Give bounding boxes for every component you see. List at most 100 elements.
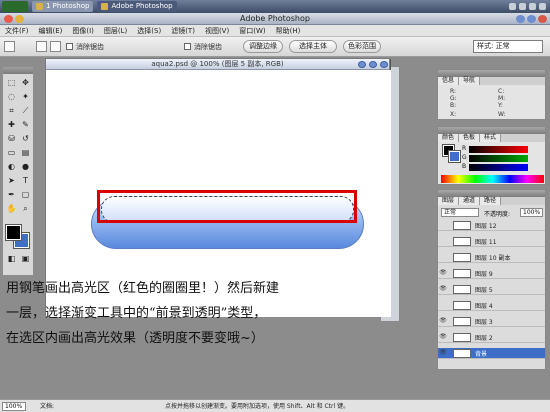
layer-row[interactable]: 👁 图层 3 xyxy=(438,316,545,327)
tab-navigator[interactable]: 导航 xyxy=(459,77,481,85)
doc-info[interactable]: 文档: xyxy=(40,402,80,411)
eraser-tool-icon[interactable]: ▭ xyxy=(6,147,17,158)
zoom-field[interactable]: 100% xyxy=(2,402,26,411)
pen-tool-icon[interactable]: ✒ xyxy=(6,189,17,200)
hand-tool-icon[interactable]: ✋ xyxy=(6,203,17,214)
visibility-eye-icon[interactable] xyxy=(439,237,447,245)
info-x-label: X: xyxy=(450,111,457,118)
taskbar-task-1[interactable]: 1 Photoshop xyxy=(32,1,94,12)
document-title[interactable]: aqua2.psd @ 100% (图层 5 副本, RGB) xyxy=(46,59,389,70)
green-slider[interactable] xyxy=(469,155,528,162)
layer-thumbnail xyxy=(453,316,471,326)
screen-mode-icon[interactable]: ▣ xyxy=(20,253,31,264)
marquee-tool-icon[interactable]: ⬚ xyxy=(6,77,17,88)
color-panel-header[interactable] xyxy=(438,127,545,134)
start-button[interactable] xyxy=(2,1,28,12)
visibility-eye-icon[interactable] xyxy=(439,301,447,309)
opacity-field[interactable]: 100% xyxy=(520,208,543,217)
tray-icon[interactable] xyxy=(509,3,516,10)
layer-row[interactable]: 图层 12 xyxy=(438,220,545,231)
menu-window[interactable]: 窗口(W) xyxy=(234,25,270,37)
menu-filter[interactable]: 滤镜(T) xyxy=(166,25,200,37)
style-field[interactable]: 样式: 正常 xyxy=(473,40,543,53)
new-selection-icon[interactable] xyxy=(36,41,47,52)
tray-icon[interactable] xyxy=(539,3,546,10)
tab-paths[interactable]: 路径 xyxy=(480,197,502,205)
tab-styles[interactable]: 样式 xyxy=(480,134,502,142)
stamp-tool-icon[interactable]: ⛁ xyxy=(6,133,17,144)
blur-tool-icon[interactable]: ◐ xyxy=(6,161,17,172)
layer-row[interactable]: 👁 背景 xyxy=(438,348,545,359)
layer-name: 图层 4 xyxy=(475,302,493,310)
visibility-eye-icon[interactable]: 👁 xyxy=(439,269,447,277)
feather-checkbox[interactable] xyxy=(66,43,73,50)
doc-close-icon[interactable] xyxy=(380,61,388,68)
history-brush-icon[interactable]: ↺ xyxy=(20,133,31,144)
doc-minimize-icon[interactable] xyxy=(358,61,366,68)
blue-slider[interactable] xyxy=(469,164,528,171)
layer-row[interactable]: 图层 11 xyxy=(438,236,545,247)
brush-tool-icon[interactable]: ✎ xyxy=(20,119,31,130)
system-tray xyxy=(509,3,546,10)
lasso-tool-icon[interactable]: ◌ xyxy=(6,91,17,102)
layer-row[interactable]: 👁 图层 2 xyxy=(438,332,545,343)
tab-color[interactable]: 颜色 xyxy=(438,134,460,142)
menu-edit[interactable]: 编辑(E) xyxy=(34,25,68,37)
layer-name: 图层 10 副本 xyxy=(475,254,511,262)
magic-wand-tool-icon[interactable]: ✦ xyxy=(20,91,31,102)
shape-tool-icon[interactable]: ▢ xyxy=(20,189,31,200)
layer-row[interactable]: 图层 4 xyxy=(438,300,545,311)
layer-row[interactable]: 👁 图层 5 xyxy=(438,284,545,295)
visibility-eye-icon[interactable] xyxy=(439,253,447,261)
healing-brush-icon[interactable]: ✚ xyxy=(6,119,17,130)
refine-edge-button[interactable]: 调整边缘 xyxy=(243,40,283,53)
quick-mask-icon[interactable]: ◧ xyxy=(6,253,17,264)
layers-panel-header[interactable] xyxy=(438,190,545,197)
color-spectrum[interactable] xyxy=(441,175,544,183)
anti-alias-checkbox[interactable] xyxy=(184,43,191,50)
menu-help[interactable]: 帮助(H) xyxy=(271,25,306,37)
crop-tool-icon[interactable]: ⌗ xyxy=(6,105,17,116)
visibility-eye-icon[interactable]: 👁 xyxy=(439,285,447,293)
select-subject-button[interactable]: 选择主体 xyxy=(289,40,337,53)
visibility-eye-icon[interactable] xyxy=(439,221,447,229)
color-bg-swatch[interactable] xyxy=(448,150,461,163)
menu-file[interactable]: 文件(F) xyxy=(0,25,34,37)
menu-view[interactable]: 视图(V) xyxy=(200,25,234,37)
gradient-tool-icon[interactable]: ▤ xyxy=(20,147,31,158)
path-select-icon[interactable]: ➤ xyxy=(6,175,17,186)
close-window-icon[interactable] xyxy=(538,15,547,23)
options-bar: 消除锯齿 消除锯齿 调整边缘 选择主体 色彩范围 样式: 正常 xyxy=(0,37,550,57)
tray-icon[interactable] xyxy=(529,3,536,10)
maximize-window-icon[interactable] xyxy=(527,15,536,23)
tab-layers[interactable]: 图层 xyxy=(438,197,460,205)
dodge-tool-icon[interactable]: ● xyxy=(20,161,31,172)
tab-info[interactable]: 信息 xyxy=(438,77,460,85)
blend-mode-select[interactable]: 正常 xyxy=(441,208,479,217)
color-range-button[interactable]: 色彩范围 xyxy=(343,40,381,53)
tab-channels[interactable]: 通道 xyxy=(459,197,481,205)
minimize-window-icon[interactable] xyxy=(516,15,525,23)
tray-icon[interactable] xyxy=(519,3,526,10)
doc-maximize-icon[interactable] xyxy=(369,61,377,68)
menu-image[interactable]: 图像(I) xyxy=(67,25,99,37)
visibility-eye-icon[interactable]: 👁 xyxy=(439,317,447,325)
layer-row[interactable]: 图层 10 副本 xyxy=(438,252,545,263)
red-slider[interactable] xyxy=(469,146,528,153)
add-selection-icon[interactable] xyxy=(50,41,61,52)
visibility-eye-icon[interactable]: 👁 xyxy=(439,349,447,357)
foreground-color-swatch[interactable] xyxy=(5,224,22,241)
visibility-eye-icon[interactable]: 👁 xyxy=(439,333,447,341)
zoom-tool-icon[interactable]: ⌕ xyxy=(20,203,31,214)
taskbar-task-2[interactable]: Adobe Photoshop xyxy=(97,1,177,12)
slice-tool-icon[interactable]: ⟋ xyxy=(20,105,31,116)
info-panel-header[interactable] xyxy=(438,70,545,77)
tab-swatches[interactable]: 色板 xyxy=(459,134,481,142)
menu-select[interactable]: 选择(S) xyxy=(132,25,166,37)
menu-layer[interactable]: 图层(L) xyxy=(99,25,132,37)
move-tool-icon[interactable]: ✥ xyxy=(20,77,31,88)
tool-preset-icon[interactable] xyxy=(4,41,15,52)
layer-row[interactable]: 👁 图层 9 xyxy=(438,268,545,279)
type-tool-icon[interactable]: T xyxy=(20,175,31,186)
tools-palette-header[interactable] xyxy=(3,67,33,74)
